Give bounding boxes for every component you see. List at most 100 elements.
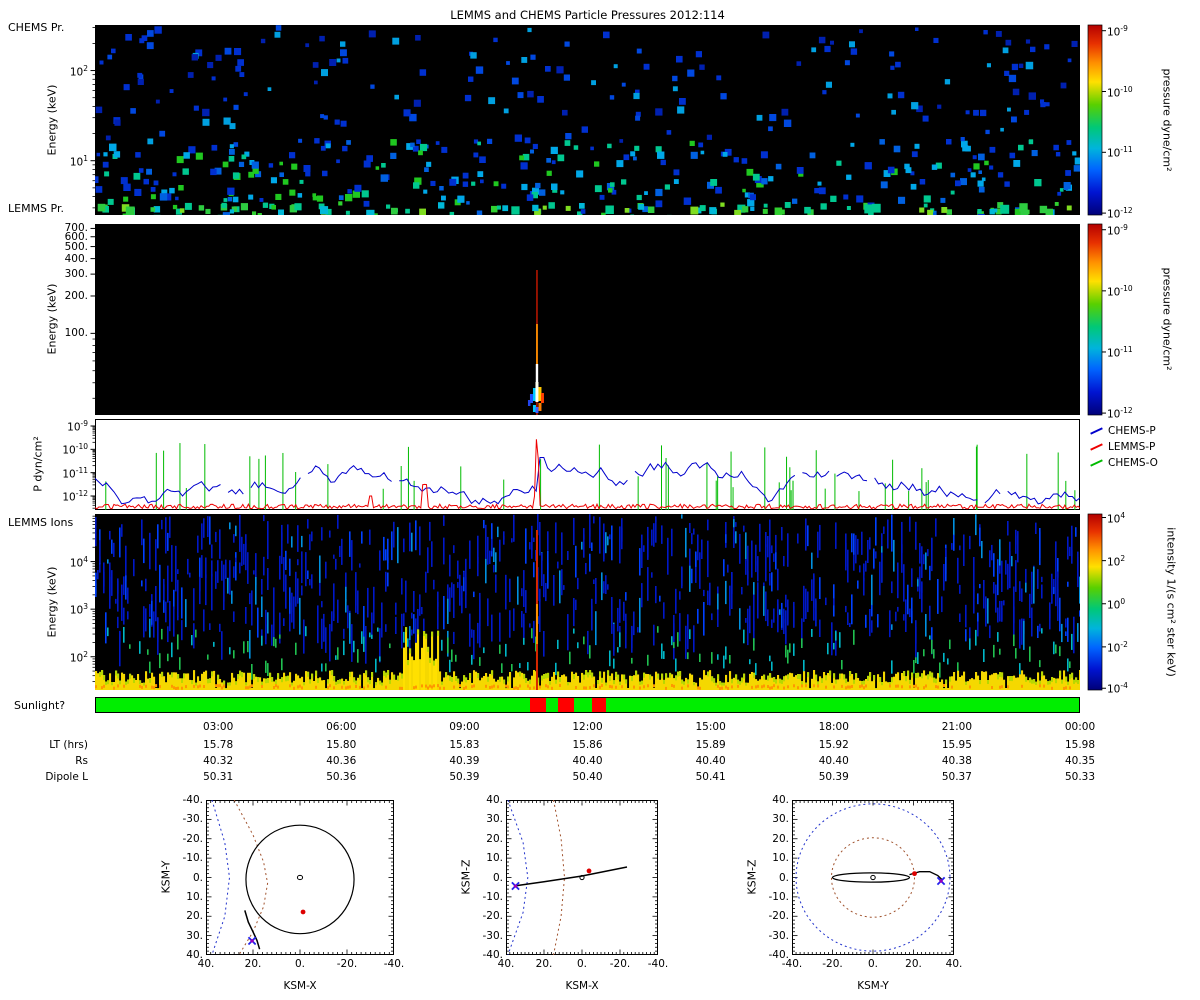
ephemeris-value: 15.92 <box>818 739 849 751</box>
orbit-y-tick-label: -20. <box>182 832 204 845</box>
ephemeris-row-label: LT (hrs) <box>49 739 88 751</box>
orbit-y-tick-label: -30. <box>182 813 204 826</box>
orbit-y-tick-label: -10. <box>768 890 790 903</box>
chems-spectrogram-canvas <box>95 25 1080 215</box>
legend: CHEMS-P LEMMS-P CHEMS-O <box>1090 423 1158 471</box>
ephemeris-value: 15.98 <box>1064 739 1096 751</box>
ephemeris-value: 50.41 <box>695 771 726 783</box>
orbit-y-tick-label: 0. <box>778 871 789 884</box>
colorbar-tick-label: 10-9 <box>1107 23 1128 38</box>
y-axis-label-chems: Energy (keV) <box>45 84 59 156</box>
orbit-y-tick-label: 0. <box>192 871 203 884</box>
time-tick-label: 00:00 <box>1064 721 1096 733</box>
orbit-y-tick-label: 30. <box>772 813 789 826</box>
orbit-x-tick-label: -20. <box>822 958 843 970</box>
orbit-ylabel-2: KSM-Z <box>459 859 473 895</box>
ephemeris-value: 40.40 <box>572 755 603 767</box>
colorbar-label-pressure-2: pressure dyne/cm² <box>1160 267 1174 371</box>
colorbar-tick-label: 10-12 <box>1107 205 1133 221</box>
orbit-x-tick-label: -40. <box>383 958 405 970</box>
orbit-red-dot <box>300 909 306 915</box>
orbit-y-tick-label: -40. <box>768 949 790 961</box>
orbit-xlabel-2: KSM-X <box>565 980 599 992</box>
orbit-y-tick-label: 10. <box>772 852 789 865</box>
colorbar-tick-label: 10-11 <box>1107 344 1133 360</box>
orbit-x-tick-label: 0. <box>294 958 306 970</box>
orbit-y-tick-label: 20. <box>186 910 203 923</box>
orbit-y-tick-label: 30. <box>186 929 203 942</box>
colorbar-tick-label: 104 <box>1107 510 1126 525</box>
time-tick-label: 09:00 <box>449 721 480 733</box>
legend-item-chems-p: CHEMS-P <box>1090 423 1158 439</box>
y-tick-label: 200. <box>64 289 88 302</box>
ephemeris-value: 15.78 <box>203 739 234 751</box>
ephemeris-value: 40.40 <box>695 755 726 767</box>
panel-label-sunlight: Sunlight? <box>14 699 66 712</box>
colorbar-tick-label: 10-11 <box>1107 145 1133 160</box>
ephemeris-value: 50.39 <box>449 771 480 783</box>
time-tick-label: 21:00 <box>941 721 973 733</box>
y-tick-label: 10-12 <box>62 488 88 504</box>
colorbar-tick-label: 10-10 <box>1107 283 1133 299</box>
ephemeris-value: 40.36 <box>326 755 357 767</box>
y-tick-label: 104 <box>69 554 88 569</box>
y-axis-label-lemms: Energy (keV) <box>45 283 59 355</box>
orbit-y-tick-label: 40. <box>186 949 203 961</box>
y-tick-label: 103 <box>69 601 88 617</box>
orbit-x-tick-label: -40. <box>647 958 669 970</box>
y-tick-label: 100. <box>64 327 88 340</box>
orbit-y-tick-label: -40. <box>182 794 204 806</box>
orbit-y-tick-label: 20. <box>772 832 789 845</box>
ephemeris-value: 15.86 <box>572 739 603 751</box>
colorbar-label-pressure-1: pressure dyne/cm² <box>1160 68 1174 172</box>
orbit-y-tick-label: -40. <box>482 949 504 961</box>
panel-label-lemms-pr: LEMMS Pr. <box>8 202 64 215</box>
legend-label-chems-o: CHEMS-O <box>1108 457 1158 469</box>
orbit-x-tick-label: -20. <box>609 958 631 970</box>
time-tick-label: 06:00 <box>326 721 357 733</box>
orbit-y-tick-label: -20. <box>768 910 790 923</box>
legend-line-chems-p <box>1090 427 1103 435</box>
orbit-xlabel-3: KSM-Y <box>857 980 889 992</box>
orbit-y-tick-label: -20. <box>482 910 504 923</box>
panel-label-lemms-ions: LEMMS Ions <box>8 516 74 529</box>
ephemeris-value: 40.39 <box>449 755 480 767</box>
legend-label-lemms-p: LEMMS-P <box>1108 441 1156 453</box>
orbit-xlabel-1: KSM-X <box>283 980 317 992</box>
time-tick-label: 15:00 <box>695 721 726 733</box>
orbit-y-tick-label: -10. <box>182 852 204 865</box>
colorbar-tick-label: 102 <box>1107 553 1126 568</box>
y-tick-label: 101 <box>69 153 88 168</box>
orbit-y-tick-label: 10. <box>186 890 203 903</box>
ephemeris-value: 40.32 <box>203 755 234 767</box>
legend-line-chems-o <box>1090 459 1103 467</box>
y-tick-label: 10-9 <box>67 418 88 434</box>
y-tick-label: 10-11 <box>62 465 88 480</box>
y-axis-label-pressure: P dyn/cm² <box>31 436 45 492</box>
orbit-ylabel-1: KSM-Y <box>159 860 173 894</box>
time-tick-label: 03:00 <box>202 721 234 733</box>
ephemeris-value: 40.38 <box>941 755 972 767</box>
ephemeris-value: 50.36 <box>326 771 357 783</box>
ephemeris-value: 40.40 <box>818 755 849 767</box>
legend-item-lemms-p: LEMMS-P <box>1090 439 1158 455</box>
ephemeris-value: 15.95 <box>941 739 972 751</box>
ephemeris-value: 40.35 <box>1064 755 1096 767</box>
ephemeris-value: 50.40 <box>572 771 603 783</box>
ephemeris-value: 50.37 <box>941 771 972 783</box>
colorbar-tick-label: 10-4 <box>1107 680 1128 696</box>
orbit-y-tick-label: -30. <box>768 929 790 942</box>
orbit-y-tick-label: 40. <box>772 794 789 806</box>
figure-title: LEMMS and CHEMS Particle Pressures 2012:… <box>450 8 725 22</box>
legend-label-chems-p: CHEMS-P <box>1108 425 1156 437</box>
orbit-y-tick-label: 20. <box>486 832 503 845</box>
orbit-red-dot <box>586 868 592 874</box>
colorbar-tick-label: 10-12 <box>1107 405 1133 421</box>
y-tick-label: 300. <box>64 268 88 281</box>
orbit-plot-ksmx-ksmy <box>206 800 394 955</box>
ephemeris-row-label: Dipole L <box>45 771 88 783</box>
panel-label-chems-pr: CHEMS Pr. <box>8 21 65 34</box>
pressure-lineplot-canvas <box>95 419 1080 510</box>
orbit-plot-ksmx-ksmz <box>506 800 658 955</box>
colorbar-tick-label: 10-10 <box>1107 84 1133 99</box>
